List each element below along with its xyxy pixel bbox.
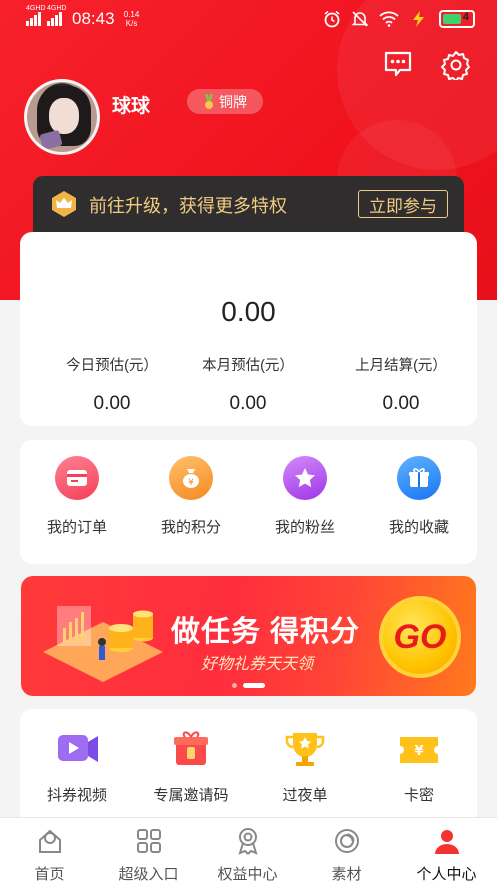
tool-label: 卡密: [403, 787, 434, 804]
quick-link-label: 我的积分: [160, 519, 221, 536]
join-now-button[interactable]: 立即参与: [358, 190, 448, 218]
svg-text:¥: ¥: [414, 744, 423, 759]
coupon-icon: ¥: [400, 737, 438, 763]
earnings-value: 0.00: [382, 393, 420, 414]
earnings-value: 0.00: [229, 393, 267, 414]
material-icon: [334, 829, 359, 853]
points-icon: ¥: [169, 456, 213, 500]
trophy-icon: [285, 733, 325, 766]
tab-label: 个人中心: [416, 866, 477, 883]
level-badge[interactable]: 铜牌: [187, 89, 263, 114]
tool-video[interactable]: 抖券视频: [27, 727, 127, 805]
earnings-card: 0.00 今日预估(元） 0.00 本月预估(元） 0.00 上月结算(元） 0…: [20, 232, 477, 426]
tool-label: 专属邀请码: [153, 787, 229, 804]
tool-card-key[interactable]: ¥ 卡密: [369, 727, 469, 805]
mute-icon: [351, 11, 369, 27]
tab-label: 权益中心: [217, 866, 278, 883]
avatar[interactable]: [24, 79, 100, 155]
tool-label: 过夜单: [282, 787, 328, 804]
favorites-icon: [397, 456, 441, 500]
settings-gear-icon[interactable]: [441, 50, 471, 80]
go-button[interactable]: GO: [379, 596, 461, 678]
wifi-icon: [379, 11, 399, 27]
quick-link-points[interactable]: ¥ 我的积分: [141, 456, 241, 537]
tool-overnight-order[interactable]: 过夜单: [255, 727, 355, 805]
message-icon[interactable]: [383, 50, 413, 78]
tab-label: 素材: [331, 866, 362, 883]
quick-link-favorites[interactable]: 我的收藏: [369, 456, 469, 537]
quick-link-label: 我的粉丝: [274, 519, 335, 536]
status-bar: 4GHD 4GHD 08:43 0.14 K/s 4: [0, 0, 497, 40]
upgrade-banner[interactable]: 前往升级，获得更多特权 立即参与: [33, 176, 464, 232]
status-time: 08:43: [72, 9, 115, 28]
svg-text:¥: ¥: [188, 478, 194, 488]
tab-benefits-center[interactable]: 权益中心: [198, 818, 297, 883]
crown-icon: [52, 191, 76, 217]
earnings-label: 本月预估(元）: [202, 358, 294, 374]
quick-link-orders[interactable]: 我的订单: [27, 456, 127, 537]
user-icon: [434, 830, 459, 854]
earnings-total: 0.00: [221, 296, 276, 327]
earnings-label: 今日预估(元）: [66, 358, 158, 374]
order-icon: [55, 456, 99, 500]
earnings-month[interactable]: 本月预估(元） 0.00: [178, 354, 318, 415]
signal-icon: 4GHD: [26, 5, 45, 26]
banner-title: 做任务 得积分: [171, 616, 361, 648]
home-icon: [38, 829, 61, 853]
tab-material[interactable]: 素材: [297, 818, 396, 883]
quick-link-label: 我的订单: [46, 519, 107, 536]
earnings-today[interactable]: 今日预估(元） 0.00: [42, 354, 182, 415]
earnings-value: 0.00: [93, 393, 131, 414]
bottom-tab-bar: 首页 超级入口 权益中心 素材 个人中心: [0, 817, 497, 883]
coins-illustration: [43, 606, 163, 682]
banner-subtitle: 好物礼券天天领: [201, 656, 314, 673]
earnings-last-month[interactable]: 上月结算(元） 0.00: [331, 354, 471, 415]
earnings-label: 上月结算(元）: [355, 358, 447, 374]
medal-icon: [237, 828, 258, 855]
banner-pagination: [21, 683, 476, 688]
battery-icon: 4: [439, 10, 475, 28]
tools-card: 抖券视频 专属邀请码 过夜单 ¥ 卡密: [20, 709, 477, 829]
grid-icon: [136, 829, 161, 853]
gift-icon: [174, 731, 208, 765]
quick-links-card: 我的订单 ¥ 我的积分 我的粉丝 我的收藏: [20, 440, 477, 564]
tab-super-entry[interactable]: 超级入口: [99, 818, 198, 883]
medal-badge-icon: [205, 93, 213, 109]
tab-label: 超级入口: [118, 866, 179, 883]
charging-icon: [413, 11, 424, 27]
quick-link-fans[interactable]: 我的粉丝: [255, 456, 355, 537]
level-label: 铜牌: [219, 93, 247, 110]
promo-banner[interactable]: 做任务 得积分 好物礼券天天领 GO: [21, 576, 476, 696]
tab-label: 首页: [34, 866, 65, 883]
tab-profile[interactable]: 个人中心: [396, 818, 497, 883]
upgrade-text: 前往升级，获得更多特权: [89, 196, 287, 216]
video-icon: [58, 735, 98, 762]
tool-invite-code[interactable]: 专属邀请码: [141, 727, 241, 805]
tab-home[interactable]: 首页: [0, 818, 99, 883]
network-speed: 0.14 K/s: [123, 10, 140, 28]
username: 球球: [112, 96, 151, 117]
alarm-icon: [324, 10, 340, 28]
tool-label: 抖券视频: [46, 787, 107, 804]
fans-icon: [283, 456, 327, 500]
quick-link-label: 我的收藏: [388, 519, 449, 536]
signal-icon-2: 4GHD: [47, 5, 66, 26]
